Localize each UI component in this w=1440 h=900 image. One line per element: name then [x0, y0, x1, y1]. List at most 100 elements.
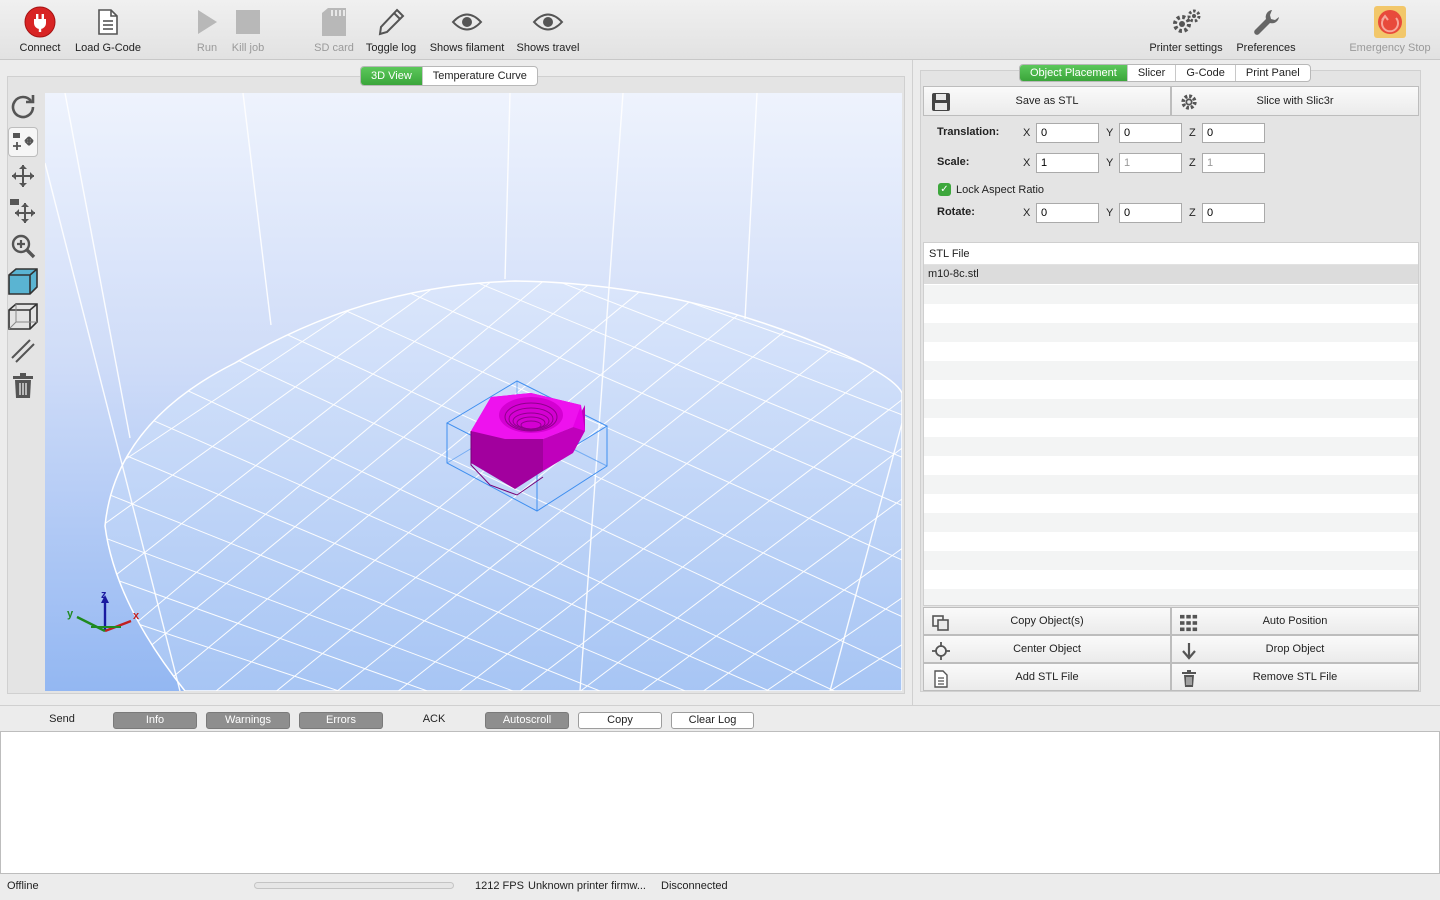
save-as-stl-label: Save as STL: [1015, 95, 1079, 107]
rotate-y-axis: Y: [1106, 207, 1114, 219]
move-object-button[interactable]: [8, 127, 38, 157]
auto-position-button[interactable]: Auto Position: [1171, 607, 1419, 635]
translation-x-input[interactable]: [1036, 123, 1099, 143]
view-tabs: 3D View Temperature Curve: [360, 66, 538, 86]
translation-x-axis: X: [1023, 127, 1031, 139]
clear-log-button[interactable]: Clear Log: [671, 712, 754, 729]
center-object-label: Center Object: [1013, 643, 1081, 655]
drop-object-label: Drop Object: [1265, 643, 1325, 655]
connect-label: Connect: [19, 42, 61, 54]
scale-x-axis: X: [1023, 157, 1031, 169]
printer-settings-label: Printer settings: [1149, 42, 1223, 54]
refresh-arrow-icon: [10, 93, 36, 122]
3d-scene: z x y: [45, 93, 902, 691]
preferences-button[interactable]: Preferences: [1226, 6, 1306, 54]
stl-file-column-header[interactable]: STL File: [924, 243, 1418, 265]
gears-icon: [1169, 6, 1203, 38]
camera-arrows-icon: [9, 197, 37, 228]
translation-y-input[interactable]: [1119, 123, 1182, 143]
rotate-view-button[interactable]: [8, 92, 38, 122]
copy-objects-button[interactable]: Copy Object(s): [923, 607, 1171, 635]
kill-job-button[interactable]: Kill job: [208, 6, 288, 54]
warnings-toggle-button[interactable]: Warnings: [206, 712, 290, 729]
clear-view-button[interactable]: [8, 372, 38, 402]
eye-icon: [450, 6, 484, 38]
printer-settings-button[interactable]: Printer settings: [1146, 6, 1226, 54]
drop-object-button[interactable]: Drop Object: [1171, 635, 1419, 663]
send-button[interactable]: Send: [20, 712, 104, 729]
shows-filament-button[interactable]: Shows filament: [427, 6, 507, 54]
sd-card-label: SD card: [314, 42, 354, 54]
info-toggle-button[interactable]: Info: [113, 712, 197, 729]
tab-object-placement[interactable]: Object Placement: [1020, 65, 1128, 81]
firmware-status: Unknown printer firmw...: [528, 880, 646, 892]
scale-z-input[interactable]: [1202, 153, 1265, 173]
remove-stl-file-label: Remove STL File: [1252, 671, 1338, 683]
emergency-stop-button[interactable]: Emergency Stop: [1347, 6, 1433, 54]
shows-travel-button[interactable]: Shows travel: [508, 6, 588, 54]
copy-objects-label: Copy Object(s): [1010, 615, 1084, 627]
autoscroll-toggle-button[interactable]: Autoscroll: [485, 712, 569, 729]
toggle-log-button[interactable]: Toggle log: [351, 6, 431, 54]
camera-move-icon: [10, 128, 36, 157]
center-object-button[interactable]: Center Object: [923, 635, 1171, 663]
axis-z-label: z: [101, 589, 107, 601]
rotate-y-input[interactable]: [1119, 203, 1182, 223]
parallel-lines-icon: [10, 338, 36, 367]
scale-z-axis: Z: [1189, 157, 1196, 169]
tab-gcode[interactable]: G-Code: [1176, 65, 1236, 81]
scale-y-input[interactable]: [1119, 153, 1182, 173]
zoom-button[interactable]: [8, 232, 38, 262]
errors-toggle-button[interactable]: Errors: [299, 712, 383, 729]
tab-slicer[interactable]: Slicer: [1128, 65, 1177, 81]
trash-icon: [12, 372, 34, 402]
translation-y-axis: Y: [1106, 127, 1114, 139]
preferences-label: Preferences: [1236, 42, 1296, 54]
solid-view-button[interactable]: [8, 267, 38, 297]
list-item[interactable]: m10-8c.stl: [924, 265, 1418, 284]
save-as-stl-button[interactable]: Save as STL: [923, 86, 1171, 116]
load-gcode-button[interactable]: Load G-Code: [68, 6, 148, 54]
tab-3d-view[interactable]: 3D View: [361, 67, 423, 85]
3d-viewport[interactable]: z x y: [45, 93, 902, 691]
add-stl-file-button[interactable]: Add STL File: [923, 663, 1171, 691]
tab-print-panel[interactable]: Print Panel: [1236, 65, 1310, 81]
tab-temperature-curve[interactable]: Temperature Curve: [423, 67, 537, 85]
slice-with-slic3r-button[interactable]: Slice with Slic3r: [1171, 86, 1419, 116]
stop-square-icon: [231, 6, 265, 38]
shows-travel-label: Shows travel: [516, 42, 580, 54]
ack-toggle-button[interactable]: ACK: [392, 712, 476, 729]
pencil-icon: [374, 6, 408, 38]
wireframe-cube-icon: [8, 302, 38, 333]
rotate-x-input[interactable]: [1036, 203, 1099, 223]
translation-z-axis: Z: [1189, 127, 1196, 139]
copy-icon: [932, 614, 950, 632]
move-arrows-icon: [10, 163, 36, 192]
translation-z-input[interactable]: [1202, 123, 1265, 143]
empty-list-rows: [924, 285, 1418, 605]
connection-state: Offline: [7, 880, 39, 892]
copy-log-button[interactable]: Copy: [578, 712, 662, 729]
scale-label: Scale:: [937, 156, 970, 168]
floppy-disk-icon: [932, 93, 950, 111]
rotate-z-input[interactable]: [1202, 203, 1265, 223]
log-output[interactable]: [0, 731, 1440, 874]
scale-x-input[interactable]: [1036, 153, 1099, 173]
stl-actions-row: Save as STL Slice with Slic3r: [923, 86, 1419, 116]
object-actions-row-3: Add STL File Remove STL File: [923, 663, 1419, 691]
slice-with-slic3r-label: Slice with Slic3r: [1256, 95, 1334, 107]
remove-stl-file-button[interactable]: Remove STL File: [1171, 663, 1419, 691]
parallel-projection-button[interactable]: [8, 337, 38, 367]
wireframe-view-button[interactable]: [8, 302, 38, 332]
rotate-label: Rotate:: [937, 206, 975, 218]
add-stl-file-label: Add STL File: [1015, 671, 1079, 683]
sd-card-icon: [317, 6, 351, 38]
panel-splitter[interactable]: [912, 60, 913, 705]
lock-aspect-checkbox[interactable]: ✓: [938, 183, 951, 196]
auto-position-label: Auto Position: [1262, 615, 1328, 627]
log-toolbar: Send Info Warnings Errors ACK Autoscroll…: [0, 705, 1440, 731]
move-camera-button[interactable]: [8, 197, 38, 227]
object-actions-row-1: Copy Object(s) Auto Position: [923, 607, 1419, 635]
eye-icon: [531, 6, 565, 38]
pan-view-button[interactable]: [8, 162, 38, 192]
